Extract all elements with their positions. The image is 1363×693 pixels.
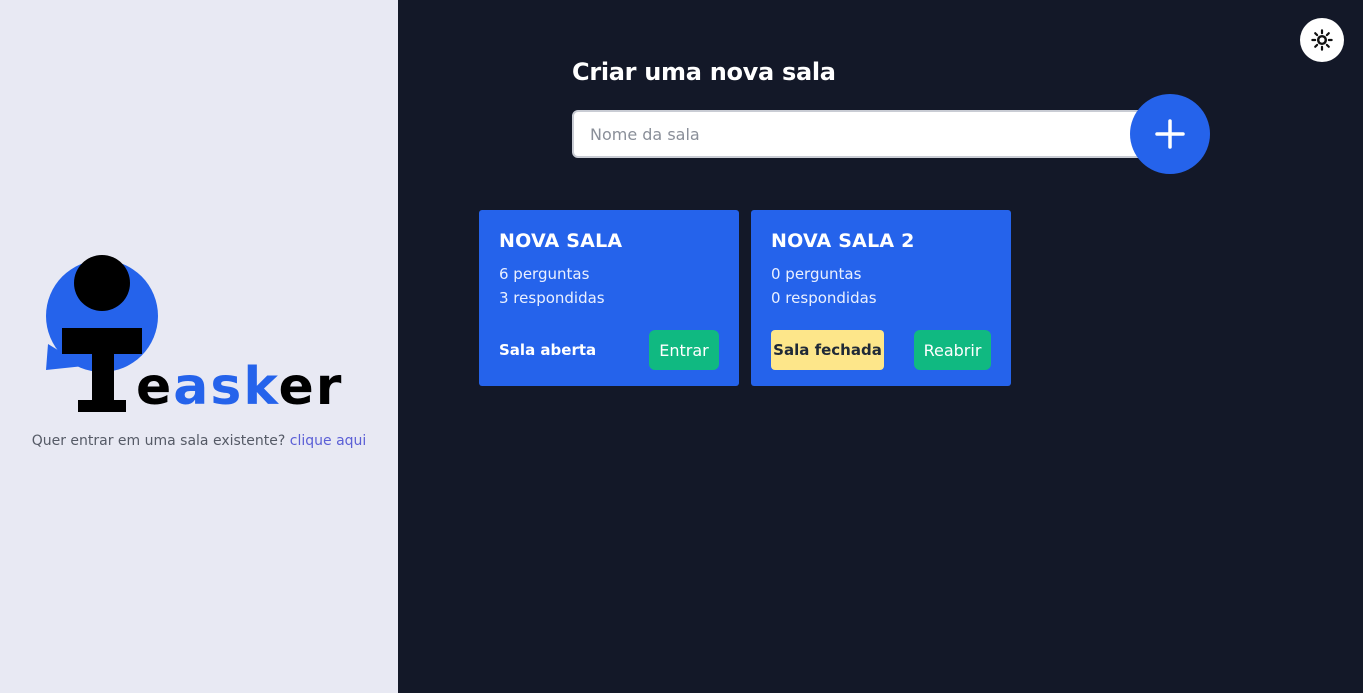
room-questions-count: 6 perguntas bbox=[499, 265, 590, 283]
enter-room-button[interactable]: Entrar bbox=[649, 330, 719, 370]
teasker-logo: easker bbox=[46, 255, 343, 417]
room-name: NOVA SALA bbox=[499, 230, 623, 252]
join-link[interactable]: clique aqui bbox=[290, 433, 367, 449]
join-room-text: Quer entrar em uma sala existente? cliqu… bbox=[0, 433, 398, 449]
room-name-input[interactable] bbox=[572, 110, 1162, 158]
svg-text:easker: easker bbox=[136, 357, 343, 417]
theme-toggle-button[interactable] bbox=[1300, 18, 1344, 62]
sun-icon bbox=[1311, 29, 1333, 51]
room-card: NOVA SALA 2 0 perguntas 0 respondidas Sa… bbox=[751, 210, 1011, 386]
join-prompt: Quer entrar em uma sala existente? bbox=[31, 433, 286, 449]
create-room-title: Criar uma nova sala bbox=[572, 58, 836, 86]
room-status-badge: Sala aberta bbox=[499, 341, 597, 359]
reopen-room-button[interactable]: Reabrir bbox=[914, 330, 991, 370]
room-answered-count: 0 respondidas bbox=[771, 289, 877, 307]
plus-icon bbox=[1155, 119, 1185, 149]
room-name: NOVA SALA 2 bbox=[771, 230, 915, 252]
create-room-button[interactable] bbox=[1130, 94, 1210, 174]
room-answered-count: 3 respondidas bbox=[499, 289, 605, 307]
left-panel: easker Quer entrar em uma sala existente… bbox=[0, 0, 398, 693]
room-status-badge: Sala fechada bbox=[771, 330, 884, 370]
room-card: NOVA SALA 6 perguntas 3 respondidas Sala… bbox=[479, 210, 739, 386]
room-questions-count: 0 perguntas bbox=[771, 265, 862, 283]
